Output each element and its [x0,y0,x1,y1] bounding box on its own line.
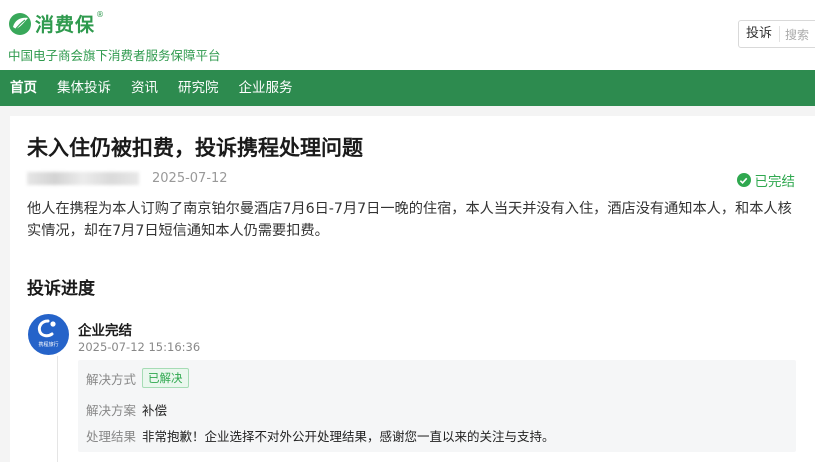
resolution-plan-label: 解决方案 [86,403,137,418]
site-logo[interactable]: 消费保 ® [8,10,104,37]
check-circle-icon [736,173,751,187]
resolution-detail: 解决方式 已解决 解决方案 补偿 处理结果 非常抱歉！企业选择不对外公开处理结果… [78,360,796,452]
site-tagline: 中国电子商会旗下消费者服务保障平台 [8,48,221,63]
search-box: 投诉 搜索 [738,20,815,48]
logo-leaf-icon [9,12,31,35]
complaint-date: 2025-07-12 [152,171,228,186]
ctrip-logo-icon [37,319,56,338]
complaint-description: 他人在携程为本人订购了南京铂尔曼酒店7月6日-7月7日一晚的住宿，本人当天并没有… [27,201,792,239]
nav-item-group-complaint[interactable]: 集体投诉 [47,70,121,106]
resolution-result-row: 处理结果 非常抱歉！企业选择不对外公开处理结果，感谢您一直以来的关注与支持。 [86,426,555,445]
nav-item-home[interactable]: 首页 [0,70,47,106]
logo-registered-mark: ® [96,10,105,19]
step-time: 2025-07-12 15:16:36 [78,340,201,354]
timeline-line [57,356,58,462]
resolution-plan-row: 解决方案 补偿 [86,400,167,419]
status-text: 已完结 [754,174,796,190]
avatar-text: 携程旅行 [38,342,59,348]
site-header: 消费保 ® 中国电子商会旗下消费者服务保障平台 投诉 搜索 [0,0,815,70]
nav-item-enterprise[interactable]: 企业服务 [229,70,303,106]
resolution-method-label: 解决方式 [86,371,137,387]
nav-item-news[interactable]: 资讯 [121,70,168,106]
logo-text: 消费保 [35,14,96,36]
status-badge: 已完结 [736,170,796,190]
user-name-blurred [27,172,139,185]
complain-button[interactable]: 投诉 [739,26,781,42]
progress-section-title: 投诉进度 [27,279,95,299]
resolution-method-badge: 已解决 [142,368,189,388]
resolution-plan-value: 补偿 [142,403,168,418]
step-title: 企业完结 [78,323,132,339]
resolution-method-row: 解决方式 已解决 [86,368,189,388]
main-nav: 首页 集体投诉 资讯 研究院 企业服务 [0,70,815,106]
nav-item-research[interactable]: 研究院 [168,70,229,106]
complaint-title: 未入住仍被扣费，投诉携程处理问题 [27,136,363,160]
company-avatar: 携程旅行 [28,314,69,355]
complaint-card: 未入住仍被扣费，投诉携程处理问题 2025-07-12 已完结 他人在携程为本人… [10,116,815,462]
resolution-result-value: 非常抱歉！企业选择不对外公开处理结果，感谢您一直以来的关注与支持。 [142,429,555,444]
resolution-result-label: 处理结果 [86,429,137,444]
search-input[interactable]: 搜索 [780,26,809,43]
